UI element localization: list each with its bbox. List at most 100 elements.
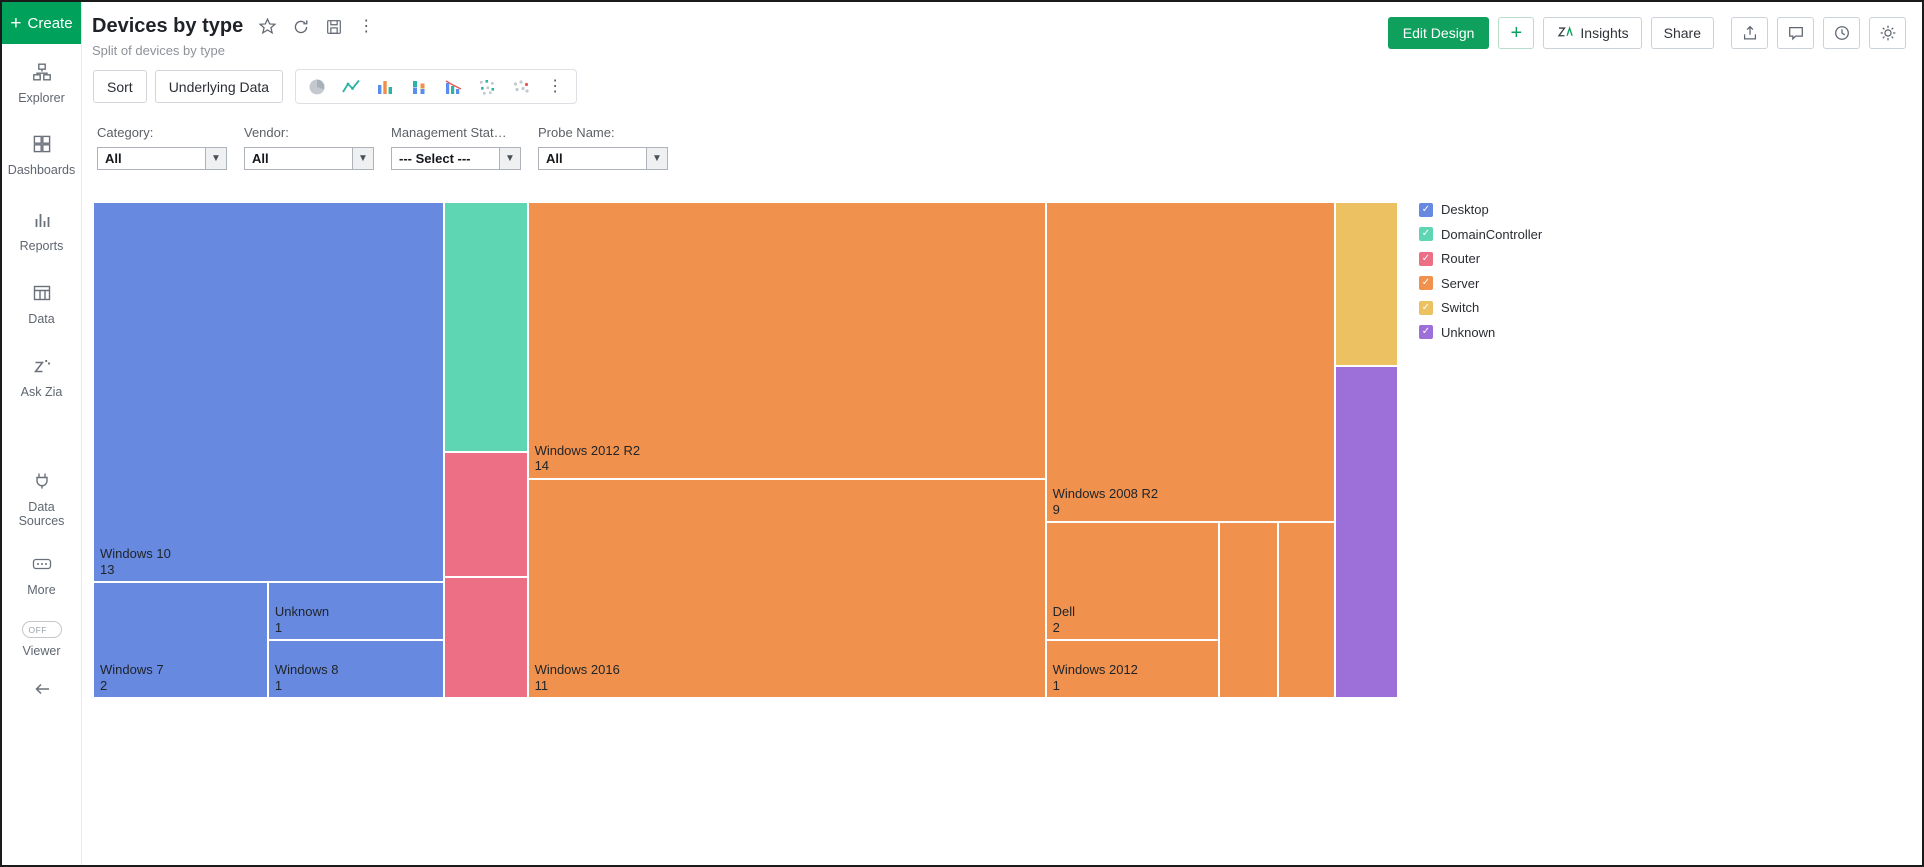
legend-swatch: ✓ xyxy=(1419,325,1433,339)
treemap-cell[interactable]: Windows 72 xyxy=(93,581,268,698)
sidebar-item-more[interactable]: More xyxy=(2,554,81,597)
legend-label: Router xyxy=(1441,251,1481,266)
add-button[interactable]: + xyxy=(1498,17,1535,49)
underlying-data-button[interactable]: Underlying Data xyxy=(154,70,284,103)
category-select[interactable]: All ▼ xyxy=(97,147,227,170)
treemap-cell[interactable] xyxy=(444,451,528,577)
legend-item[interactable]: ✓ Switch xyxy=(1419,300,1589,315)
collapse-sidebar-icon[interactable] xyxy=(31,680,53,698)
treemap-cell-label: Windows 81 xyxy=(274,662,339,693)
chart-type-pie-icon[interactable] xyxy=(300,72,334,102)
chart-type-map-icon[interactable] xyxy=(504,72,538,102)
treemap-cell[interactable]: Windows 10 13 xyxy=(93,202,445,582)
treemap-cell[interactable]: Unknown 1 xyxy=(267,581,445,640)
legend-item[interactable]: ✓ Server xyxy=(1419,276,1589,291)
more-icon xyxy=(31,554,53,577)
treemap-cell-label: Windows 72 xyxy=(100,662,164,693)
chart-type-bar-icon[interactable] xyxy=(368,72,402,102)
treemap-cell-label: Windows 2016 11 xyxy=(534,662,620,693)
treemap-cell[interactable]: Windows 2008 R2 9 xyxy=(1045,202,1336,522)
sidebar-item-label: More xyxy=(27,583,56,597)
favorite-star-icon[interactable] xyxy=(258,17,277,36)
treemap-cell[interactable]: Windows 2016 11 xyxy=(527,478,1046,698)
filter-label: Vendor: xyxy=(244,125,289,140)
legend-label: Desktop xyxy=(1441,202,1489,217)
sidebar-item-reports[interactable]: Reports xyxy=(2,210,81,253)
viewer-toggle[interactable]: OFF xyxy=(21,621,62,638)
treemap-cell[interactable]: Windows 2012 1 xyxy=(1045,639,1220,698)
treemap-cell[interactable] xyxy=(1277,521,1336,698)
report-header: Devices by type ⋮ Split of devices by ty… xyxy=(82,2,1922,58)
chart-area: Windows 10 13 Windows 7 2 Unknown 1 Windows 81… xyxy=(82,202,1922,698)
chart-type-scatter-icon[interactable] xyxy=(470,72,504,102)
select-value: All xyxy=(546,151,563,166)
legend-label: Unknown xyxy=(1441,324,1496,340)
sort-button[interactable]: Sort xyxy=(93,70,147,103)
legend-item[interactable]: ✓ Desktop xyxy=(1419,202,1589,217)
edit-design-button[interactable]: Edit Design xyxy=(1387,17,1490,49)
export-button[interactable] xyxy=(1731,17,1768,49)
treemap-cell[interactable] xyxy=(444,576,528,698)
treemap-cell-label: Windows 10 13 xyxy=(100,546,171,577)
sidebar-item-label: Ask Zia xyxy=(20,385,63,399)
dashboards-icon xyxy=(32,134,52,157)
treemap-cell[interactable] xyxy=(1219,521,1278,698)
legend-label: Switch xyxy=(1441,300,1480,315)
chart-type-combo-icon[interactable] xyxy=(436,72,470,102)
management-status-select[interactable]: --- Select --- ▼ xyxy=(391,147,521,170)
legend-swatch: ✓ xyxy=(1419,251,1433,266)
treemap-cell-label: Unknown 1 xyxy=(274,604,330,635)
filter-bar: Category: All ▼ Vendor: All ▼ Management… xyxy=(82,125,1922,170)
treemap-cell[interactable] xyxy=(1335,366,1398,698)
probe-name-select[interactable]: All ▼ xyxy=(538,147,668,170)
treemap-cell[interactable] xyxy=(1335,202,1398,367)
chart-type-line-icon[interactable] xyxy=(334,72,368,102)
chart-type-kebab-menu-icon[interactable]: ⋮ xyxy=(538,72,572,102)
treemap-cell[interactable]: Dell 2 xyxy=(1045,521,1220,640)
legend-label: Server xyxy=(1441,275,1480,291)
insights-button[interactable]: Insights xyxy=(1543,17,1642,49)
page-title: Devices by type xyxy=(92,15,244,37)
reports-icon xyxy=(32,210,52,233)
chart-legend: ✓ Desktop ✓ DomainController ✓ Router ✓ Server ✓… xyxy=(1419,202,1589,698)
sidebar-item-data-sources[interactable]: Data Sources xyxy=(2,471,81,528)
data-sources-icon xyxy=(32,471,52,494)
legend-label: DomainController xyxy=(1441,226,1543,242)
legend-item[interactable]: ✓ Unknown xyxy=(1419,325,1589,340)
select-value: All xyxy=(105,151,122,166)
chevron-down-icon: ▼ xyxy=(205,148,226,169)
zia-insights-icon xyxy=(1556,23,1574,43)
vendor-select[interactable]: All ▼ xyxy=(244,147,374,170)
treemap-cell-label: Windows 2012 1 xyxy=(1052,662,1138,693)
report-subtitle: Split of devices by type xyxy=(92,43,225,58)
comments-button[interactable] xyxy=(1777,17,1814,49)
sidebar-item-label: Data xyxy=(28,312,55,326)
select-value: --- Select --- xyxy=(399,151,471,166)
filter-management-status: Management Stat… --- Select --- ▼ xyxy=(391,125,521,170)
insights-button-label: Insights xyxy=(1580,25,1629,41)
treemap-cell-label: Dell 2 xyxy=(1052,604,1076,635)
treemap-cell[interactable]: Windows 2012 R2 14 xyxy=(527,202,1046,479)
save-icon[interactable] xyxy=(325,18,343,36)
treemap-cell-label: Windows 2012 R2 14 xyxy=(534,443,641,474)
refresh-icon[interactable] xyxy=(292,18,310,36)
title-kebab-menu-icon[interactable]: ⋮ xyxy=(358,18,374,35)
legend-swatch: ✓ xyxy=(1419,227,1433,241)
chevron-down-icon: ▼ xyxy=(646,148,667,169)
sidebar-item-explorer[interactable]: Explorer xyxy=(2,62,81,105)
explorer-icon xyxy=(32,62,52,85)
share-button[interactable]: Share xyxy=(1650,17,1714,49)
create-button[interactable]: + Create xyxy=(2,2,81,44)
plus-icon: + xyxy=(10,12,22,34)
sidebar-item-ask-zia[interactable]: Ask Zia xyxy=(2,356,81,399)
data-table-icon xyxy=(32,283,52,306)
history-button[interactable] xyxy=(1823,17,1860,49)
settings-gear-icon[interactable] xyxy=(1869,17,1906,49)
sidebar-item-dashboards[interactable]: Dashboards xyxy=(2,134,81,177)
sidebar-item-data[interactable]: Data xyxy=(2,283,81,326)
treemap-cell[interactable] xyxy=(444,202,528,452)
chart-type-stacked-bar-icon[interactable] xyxy=(402,72,436,102)
treemap-cell[interactable]: Windows 81 xyxy=(267,639,445,698)
legend-item[interactable]: ✓ Router xyxy=(1419,251,1589,266)
legend-item[interactable]: ✓ DomainController xyxy=(1419,227,1589,242)
